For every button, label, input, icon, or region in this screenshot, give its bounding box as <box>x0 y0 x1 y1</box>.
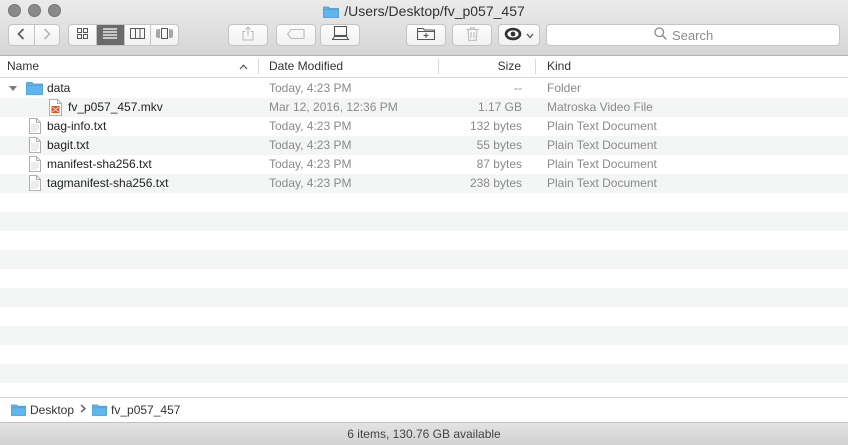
titlebar: /Users/Desktop/fv_p057_457 <box>0 0 848 56</box>
computer-icon <box>330 25 350 44</box>
empty-row <box>0 250 848 269</box>
empty-row <box>0 364 848 383</box>
window-title: /Users/Desktop/fv_p057_457 <box>0 2 848 22</box>
name-column-header[interactable]: Name <box>0 56 258 77</box>
view-mode-control <box>68 24 179 46</box>
trash-icon <box>466 26 479 44</box>
size-column-label: Size <box>497 59 521 73</box>
chevron-right-icon <box>80 404 87 416</box>
path-item-desktop[interactable]: Desktop <box>11 403 74 417</box>
file-name: fv_p057_457.mkv <box>68 100 163 114</box>
empty-row <box>0 326 848 345</box>
empty-row <box>0 288 848 307</box>
columns-icon <box>129 28 145 42</box>
forward-button[interactable] <box>35 25 60 45</box>
search-field[interactable] <box>546 24 840 46</box>
column-view-button[interactable] <box>125 25 152 45</box>
file-row[interactable]: manifest-sha256.txt Today, 4:23 PM 87 by… <box>0 155 848 174</box>
share-button[interactable] <box>228 24 268 46</box>
empty-row <box>0 269 848 288</box>
date-column-header[interactable]: Date Modified <box>259 56 438 77</box>
file-row[interactable]: bagit.txt Today, 4:23 PM 55 bytes Plain … <box>0 136 848 155</box>
new-folder-icon <box>416 27 436 43</box>
cover-flow-view-button[interactable] <box>151 25 178 45</box>
icon-view-button[interactable] <box>69 25 97 45</box>
sort-ascending-icon <box>239 56 248 77</box>
navigation-buttons <box>8 24 60 46</box>
back-button[interactable] <box>9 25 35 45</box>
quick-look-button[interactable] <box>498 24 540 46</box>
empty-row <box>0 231 848 250</box>
chevron-down-icon <box>526 28 534 42</box>
empty-row <box>0 307 848 326</box>
connect-button[interactable] <box>320 24 360 46</box>
empty-row <box>0 193 848 212</box>
column-header: Name Date Modified Size Kind <box>0 56 848 78</box>
file-row[interactable]: bag-info.txt Today, 4:23 PM 132 bytes Pl… <box>0 117 848 136</box>
folder-icon <box>11 404 26 416</box>
file-kind: Folder <box>547 81 582 95</box>
file-name: bag-info.txt <box>47 119 107 133</box>
size-column-header[interactable]: Size <box>439 56 535 77</box>
new-folder-button[interactable] <box>406 24 446 46</box>
search-icon <box>654 27 667 43</box>
empty-row <box>0 345 848 364</box>
file-size: 1.17 GB <box>477 100 522 114</box>
status-bar: 6 items, 130.76 GB available <box>0 422 848 445</box>
file-row[interactable]: data Today, 4:23 PM -- Folder <box>0 79 848 98</box>
file-kind: Plain Text Document <box>547 119 657 133</box>
file-size: 238 bytes <box>469 176 522 190</box>
finder-window: /Users/Desktop/fv_p057_457 Search Name D… <box>0 0 848 445</box>
file-list: data Today, 4:23 PM -- Folder fv_p057_45… <box>0 79 848 396</box>
grid-icon <box>76 28 88 42</box>
file-kind: Plain Text Document <box>547 157 657 171</box>
cover-flow-icon <box>156 28 173 42</box>
chevron-right-icon <box>43 27 51 43</box>
eye-icon <box>504 27 522 44</box>
file-size: 55 bytes <box>476 138 522 152</box>
file-row[interactable]: tagmanifest-sha256.txt Today, 4:23 PM 23… <box>0 174 848 193</box>
file-kind: Plain Text Document <box>547 176 657 190</box>
file-name: data <box>47 81 71 95</box>
file-name: tagmanifest-sha256.txt <box>47 176 169 190</box>
file-kind: Plain Text Document <box>547 138 657 152</box>
tag-icon <box>287 28 305 42</box>
kind-column-label: Kind <box>547 59 572 73</box>
move-to-trash-button[interactable] <box>452 24 492 46</box>
folder-icon <box>323 4 340 22</box>
search-input[interactable] <box>667 27 732 43</box>
date-column-label: Date Modified <box>269 59 344 73</box>
path-item-label: fv_p057_457 <box>111 403 181 417</box>
file-name: manifest-sha256.txt <box>47 157 152 171</box>
path-item-current-folder[interactable]: fv_p057_457 <box>92 403 180 417</box>
share-icon <box>242 26 254 44</box>
folder-icon <box>92 404 107 416</box>
path-bar: Desktop fv_p057_457 <box>0 397 848 422</box>
file-name: bagit.txt <box>47 138 90 152</box>
empty-row <box>0 383 848 396</box>
window-title-text: /Users/Desktop/fv_p057_457 <box>344 3 525 19</box>
path-item-label: Desktop <box>30 403 75 417</box>
tag-button[interactable] <box>276 24 316 46</box>
list-icon <box>103 28 118 42</box>
file-kind: Matroska Video File <box>547 100 653 114</box>
name-column-label: Name <box>7 59 40 73</box>
chevron-left-icon <box>17 27 25 43</box>
empty-row <box>0 212 848 231</box>
file-size: -- <box>514 81 522 95</box>
file-size: 132 bytes <box>469 119 522 133</box>
file-row[interactable]: fv_p057_457.mkv Mar 12, 2016, 12:36 PM 1… <box>0 98 848 117</box>
status-text: 6 items, 130.76 GB available <box>347 427 501 441</box>
list-view-button[interactable] <box>96 25 125 45</box>
kind-column-header[interactable]: Kind <box>536 56 848 77</box>
file-size: 87 bytes <box>476 157 522 171</box>
